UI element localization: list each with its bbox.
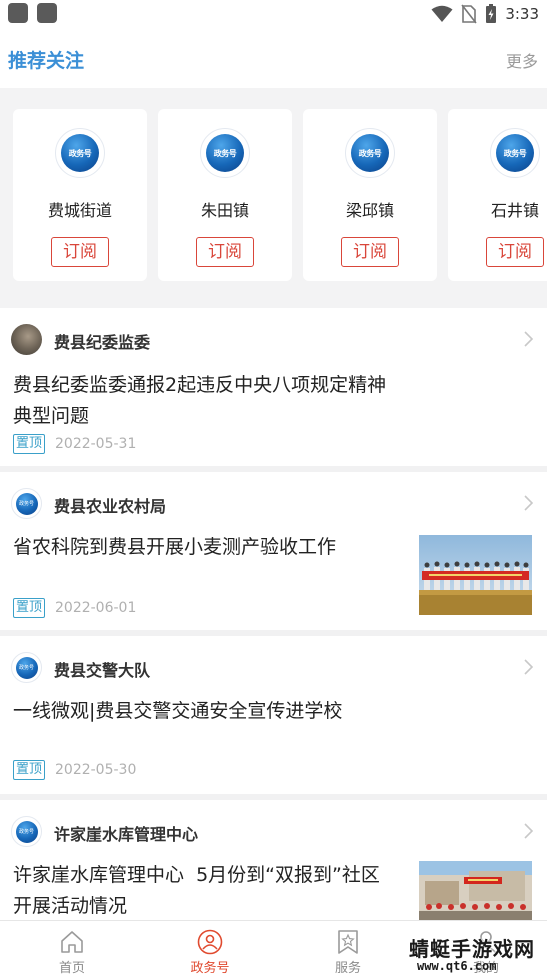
more-link[interactable]: 更多 — [506, 48, 538, 72]
watermark-url: www.qt6.com — [417, 959, 497, 973]
post-date: 2022-06-01 — [55, 600, 137, 616]
gov-account-icon — [197, 929, 223, 955]
wifi-icon — [431, 5, 453, 22]
account-card[interactable]: 政务号 朱田镇 订阅 — [158, 109, 292, 281]
post-title-line: 费县纪委监委通报2起违反中央八项规定精神 — [13, 374, 387, 396]
pinned-tag: 置顶 — [13, 598, 46, 618]
post-date: 2022-05-30 — [55, 762, 137, 778]
account-card[interactable]: 政务号 费城街道 订阅 — [13, 109, 147, 281]
recommend-header: 推荐关注 更多 — [0, 30, 547, 88]
no-sim-icon — [461, 4, 477, 24]
battery-charging-icon — [486, 4, 497, 23]
account-name: 梁邱镇 — [345, 201, 394, 220]
chevron-right-icon — [524, 659, 534, 675]
gov-account-logo: 政务号 — [200, 128, 250, 178]
post-thumbnail — [419, 535, 532, 615]
service-star-icon — [338, 930, 358, 954]
chevron-right-icon — [524, 331, 534, 347]
section-title: 推荐关注 — [8, 50, 85, 72]
gov-account-logo: 政务号 — [55, 128, 105, 178]
post-title: 费县纪委监委通报2起违反中央八项规定精神 典型问题 — [13, 370, 386, 432]
post-title: 省农科院到费县开展小麦测产验收工作 — [13, 532, 336, 563]
tab-label: 首页 — [58, 961, 85, 976]
chevron-right-icon — [524, 823, 534, 839]
author-name: 许家崖水库管理中心 — [54, 825, 199, 844]
post-title-line: 开展活动情况 — [13, 895, 128, 917]
subscribe-button[interactable]: 订阅 — [486, 237, 544, 267]
post-title: 许家崖水库管理中心 5月份到“双报到”社区 开展活动情况 — [13, 860, 380, 922]
feed-item[interactable]: 政务号 费县农业农村局 省农科院到费县开展小麦测产验收工作 置顶 2022-06… — [0, 472, 547, 630]
account-card[interactable]: 政务号 石井镇 订阅 — [448, 109, 547, 281]
status-bar: 3:33 — [0, 0, 547, 30]
post-author-row[interactable]: 费县纪委监委 — [0, 308, 547, 362]
post-title-line: 一线微观|费县交警交通安全宣传进学校 — [13, 700, 343, 722]
post-title-line: 典型问题 — [13, 405, 90, 427]
home-icon — [61, 931, 83, 953]
subscribe-button[interactable]: 订阅 — [341, 237, 399, 267]
tab-label: 政务号 — [190, 961, 230, 976]
post-date: 2022-05-31 — [55, 436, 137, 452]
app-icon — [37, 3, 57, 23]
author-name: 费县农业农村局 — [54, 497, 167, 516]
post-author-row[interactable]: 政务号 许家崖水库管理中心 — [0, 800, 547, 854]
account-name: 费城街道 — [47, 201, 112, 220]
feed-item[interactable]: 政务号 费县交警大队 一线微观|费县交警交通安全宣传进学校 置顶 2022-05… — [0, 636, 547, 794]
recommend-cards[interactable]: 政务号 费城街道 订阅 政务号 朱田镇 订阅 政务号 梁邱镇 订阅 政务号 石井… — [0, 88, 547, 308]
author-name: 费县交警大队 — [54, 661, 151, 680]
feed-item[interactable]: 费县纪委监委 费县纪委监委通报2起违反中央八项规定精神 典型问题 置顶 2022… — [0, 308, 547, 466]
tab-service[interactable]: 服务 — [293, 921, 403, 977]
avatar: 政务号 — [11, 488, 42, 519]
chevron-right-icon — [524, 495, 534, 511]
avatar — [11, 324, 42, 355]
tab-gov-account[interactable]: 政务号 — [155, 921, 265, 977]
post-title-line: 许家崖水库管理中心 5月份到“双报到”社区 — [13, 864, 380, 886]
post-title: 一线微观|费县交警交通安全宣传进学校 — [13, 696, 342, 727]
clock: 3:33 — [505, 5, 539, 23]
post-thumbnail — [419, 861, 532, 920]
avatar: 政务号 — [11, 816, 42, 847]
post-author-row[interactable]: 政务号 费县交警大队 — [0, 636, 547, 690]
subscribe-button[interactable]: 订阅 — [196, 237, 254, 267]
account-name: 石井镇 — [490, 201, 539, 220]
tab-home[interactable]: 首页 — [17, 921, 127, 977]
watermark-text: 蜻蜓手游戏网 — [409, 937, 535, 961]
watermark: 蜻蜓手游戏网 www.qt6.com — [405, 933, 547, 977]
author-name: 费县纪委监委 — [54, 333, 151, 352]
account-name: 朱田镇 — [200, 201, 249, 220]
account-card[interactable]: 政务号 梁邱镇 订阅 — [303, 109, 437, 281]
pinned-tag: 置顶 — [13, 760, 46, 780]
tab-label: 服务 — [334, 961, 361, 976]
pinned-tag: 置顶 — [13, 434, 46, 454]
feed-item[interactable]: 政务号 许家崖水库管理中心 许家崖水库管理中心 5月份到“双报到”社区 开展活动… — [0, 800, 547, 920]
app-icon — [8, 3, 28, 23]
gov-account-logo: 政务号 — [345, 128, 395, 178]
subscribe-button[interactable]: 订阅 — [51, 237, 109, 267]
post-author-row[interactable]: 政务号 费县农业农村局 — [0, 472, 547, 526]
gov-account-logo: 政务号 — [490, 128, 540, 178]
post-title-line: 省农科院到费县开展小麦测产验收工作 — [13, 536, 337, 558]
avatar: 政务号 — [11, 652, 42, 683]
status-icons: 3:33 — [431, 4, 539, 24]
